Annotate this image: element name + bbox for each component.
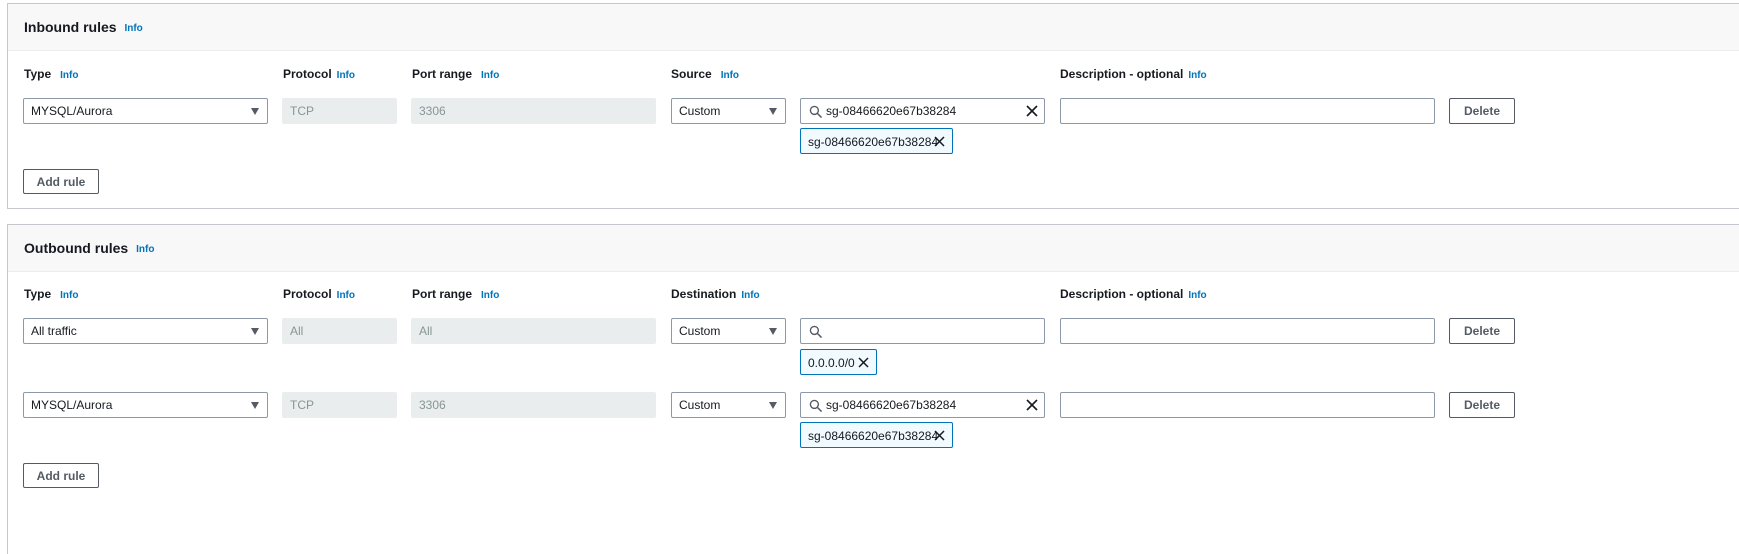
caret-down-icon (251, 108, 259, 115)
outbound-rule-1-delete-button[interactable]: Delete (1449, 318, 1515, 344)
dismiss-icon[interactable] (933, 135, 946, 148)
inbound-rule-1-port-range-field: 3306 (411, 98, 656, 124)
outbound-protocol-label: Protocol Info (283, 287, 355, 301)
inbound-description-info-link[interactable]: Info (1188, 70, 1206, 81)
outbound-type-label: Type Info (24, 287, 79, 301)
outbound-rule-1-destination-search[interactable] (800, 318, 1045, 344)
outbound-destination-label: Destination Info (671, 287, 760, 301)
outbound-rules-info-link[interactable]: Info (136, 244, 154, 255)
outbound-rule-2-port-range-field: 3306 (411, 392, 656, 418)
caret-down-icon (769, 402, 777, 409)
outbound-rule-2-destination-search[interactable]: sg-08466620e67b38284 (800, 392, 1045, 418)
outbound-rule-1-protocol-field: All (282, 318, 397, 344)
inbound-rules-panel: Inbound rules Info Type Info Protocol Info… (7, 3, 1739, 209)
dismiss-icon[interactable] (933, 429, 946, 442)
outbound-description-label: Description - optional Info (1060, 287, 1207, 301)
inbound-rule-1-delete-button[interactable]: Delete (1449, 98, 1515, 124)
outbound-port-range-label: Port range Info (412, 287, 500, 301)
outbound-rule-2-protocol-field: TCP (282, 392, 397, 418)
inbound-rules-title: Inbound rules Info (24, 19, 143, 35)
outbound-rule-1-description-input[interactable] (1060, 318, 1435, 344)
inbound-rule-1-source-select[interactable]: Custom (671, 98, 786, 124)
outbound-rule-1-type-select[interactable]: All traffic (23, 318, 268, 344)
outbound-rule-2-destination-token: sg-08466620e67b38284 (800, 422, 953, 448)
outbound-rule-1-destination-select[interactable]: Custom (671, 318, 786, 344)
inbound-port-range-label: Port range Info (412, 67, 500, 81)
inbound-rules-info-link[interactable]: Info (124, 23, 142, 34)
clear-icon[interactable] (1025, 104, 1039, 118)
inbound-type-info-link[interactable]: Info (60, 70, 78, 81)
inbound-port-range-info-link[interactable]: Info (481, 70, 499, 81)
dismiss-icon[interactable] (857, 356, 870, 369)
outbound-rule-1-port-range-field: All (411, 318, 656, 344)
outbound-rules-panel: Outbound rules Info Type Info Protocol Inf… (7, 224, 1739, 554)
inbound-rule-1-protocol-field: TCP (282, 98, 397, 124)
caret-down-icon (769, 328, 777, 335)
outbound-rules-title: Outbound rules Info (24, 240, 155, 256)
inbound-rule-1-source-token: sg-08466620e67b38284 (800, 128, 953, 154)
inbound-rule-1-source-search[interactable]: sg-08466620e67b38284 (800, 98, 1045, 124)
outbound-protocol-info-link[interactable]: Info (337, 290, 355, 301)
outbound-rule-2-delete-button[interactable]: Delete (1449, 392, 1515, 418)
outbound-description-info-link[interactable]: Info (1188, 290, 1206, 301)
inbound-description-label: Description - optional Info (1060, 67, 1207, 81)
outbound-rule-2-type-select[interactable]: MYSQL/Aurora (23, 392, 268, 418)
caret-down-icon (251, 328, 259, 335)
inbound-add-rule-button[interactable]: Add rule (23, 169, 99, 194)
caret-down-icon (251, 402, 259, 409)
outbound-type-info-link[interactable]: Info (60, 290, 78, 301)
inbound-type-label: Type Info (24, 67, 79, 81)
inbound-protocol-info-link[interactable]: Info (337, 70, 355, 81)
inbound-rule-1-description-input[interactable] (1060, 98, 1435, 124)
search-icon (809, 105, 822, 118)
outbound-rule-2-description-input[interactable] (1060, 392, 1435, 418)
inbound-rules-header: Inbound rules Info (8, 4, 1739, 51)
outbound-add-rule-button[interactable]: Add rule (23, 463, 99, 488)
clear-icon[interactable] (1025, 398, 1039, 412)
inbound-rule-1-type-select[interactable]: MYSQL/Aurora (23, 98, 268, 124)
search-icon (809, 325, 822, 338)
inbound-protocol-label: Protocol Info (283, 67, 355, 81)
inbound-source-info-link[interactable]: Info (721, 70, 739, 81)
outbound-port-range-info-link[interactable]: Info (481, 290, 499, 301)
caret-down-icon (769, 108, 777, 115)
outbound-rule-1-destination-token: 0.0.0.0/0 (800, 349, 877, 375)
outbound-destination-info-link[interactable]: Info (741, 290, 759, 301)
inbound-source-label: Source Info (671, 67, 740, 81)
outbound-rules-header: Outbound rules Info (8, 225, 1739, 272)
search-icon (809, 399, 822, 412)
outbound-rule-2-destination-select[interactable]: Custom (671, 392, 786, 418)
